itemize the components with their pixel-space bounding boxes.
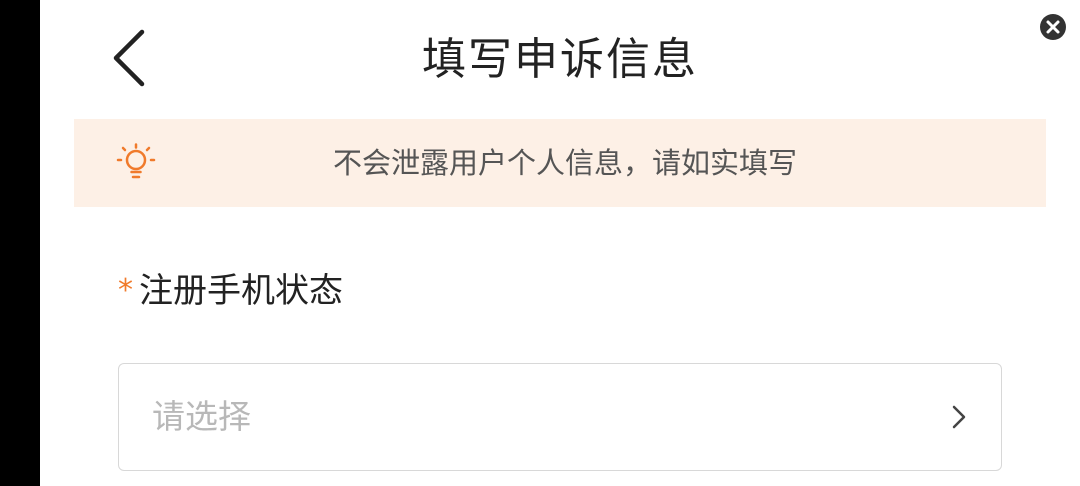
notice-text: 不会泄露用户个人信息，请如实填写 — [332, 146, 797, 180]
field-label-text: 注册手机状态 — [139, 271, 343, 311]
notice-bar: 不会泄露用户个人信息，请如实填写 — [74, 119, 1046, 207]
left-edge-bar — [0, 0, 40, 486]
page-title: 填写申诉信息 — [422, 34, 698, 85]
required-mark: * — [118, 273, 133, 308]
chevron-right-icon — [949, 402, 969, 432]
field-label-phone-status: * 注册手机状态 — [118, 268, 343, 314]
phone-status-select[interactable]: 请选择 — [118, 363, 1002, 471]
appeal-form-page: 填写申诉信息 不会泄露用户个人信息，请如实填写 * 注册手机状态 请选择 — [40, 0, 1080, 486]
select-placeholder: 请选择 — [152, 397, 251, 436]
close-circle-icon — [1040, 14, 1066, 40]
close-button[interactable] — [1040, 14, 1066, 40]
